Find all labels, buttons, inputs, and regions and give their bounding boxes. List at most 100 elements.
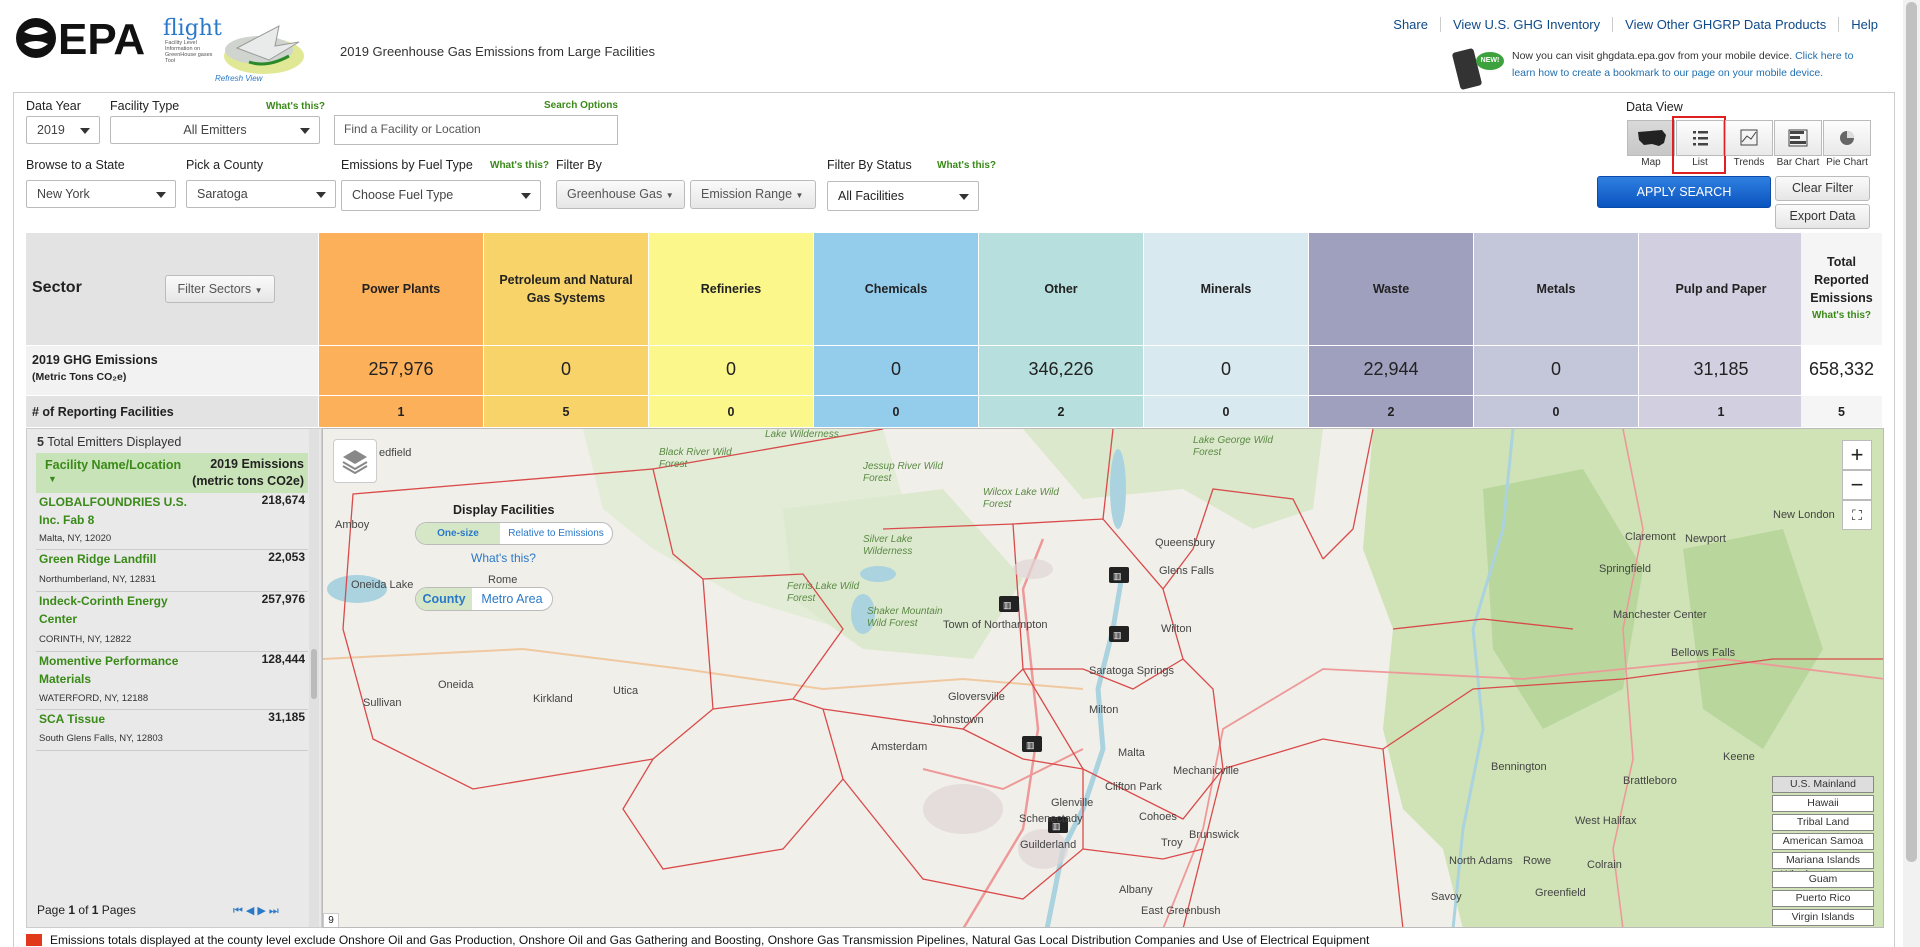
sector-column[interactable]: Chemicals 0 0 <box>813 233 978 427</box>
list-item: Indeck-Corinth Energy Center 257,976 COR… <box>36 592 308 652</box>
fuel-type-select[interactable]: Choose Fuel Type <box>341 180 541 211</box>
fullscreen-icon: ⛶ <box>1852 507 1862 523</box>
map-place-label: Queensbury <box>1155 537 1215 549</box>
epa-logo[interactable]: EPA <box>14 14 154 64</box>
sector-facility-count: 0 <box>814 395 978 427</box>
region-button[interactable]: Virgin Islands <box>1772 909 1874 926</box>
refresh-view-link[interactable]: Refresh View <box>215 74 262 83</box>
map-place-label: Troy <box>1161 837 1183 849</box>
pie-chart-view-button[interactable] <box>1823 120 1871 156</box>
region-button[interactable]: Tribal Land <box>1772 814 1874 831</box>
flight-logo[interactable]: flight Facility Level Information on Gre… <box>163 16 308 84</box>
list-scrollbar[interactable] <box>309 429 319 927</box>
pages-word: Pages <box>101 903 136 917</box>
bar-chart-view-button[interactable] <box>1774 120 1822 156</box>
facility-link[interactable]: Green Ridge Landfill <box>39 550 156 568</box>
county-option[interactable]: County <box>416 588 472 610</box>
facility-link[interactable]: Indeck-Corinth Energy Center <box>39 592 189 628</box>
first-page-icon[interactable]: ⏮ <box>233 905 246 917</box>
search-input[interactable]: Find a Facility or Location <box>334 115 618 145</box>
status-whats-this-link[interactable]: What's this? <box>937 160 996 171</box>
export-data-button[interactable]: Export Data <box>1775 204 1870 229</box>
trends-view-button[interactable] <box>1725 120 1773 156</box>
display-facilities-toggle: One-size Relative to Emissions <box>415 522 613 545</box>
map-place-label: West Halifax <box>1575 815 1637 827</box>
relative-emissions-option[interactable]: Relative to Emissions <box>500 523 612 544</box>
map-place-label: Johnstown <box>931 714 984 726</box>
region-button[interactable]: American Samoa <box>1772 833 1874 850</box>
sector-facility-count: 2 <box>1309 395 1473 427</box>
sector-column[interactable]: Metals 0 0 <box>1473 233 1638 427</box>
bar-chart-icon <box>1788 129 1808 147</box>
mobile-click-here-link[interactable]: Click here to <box>1795 50 1853 62</box>
facility-emissions: 22,053 <box>268 550 305 564</box>
county-select[interactable]: Saratoga <box>186 180 336 208</box>
sector-name: Refineries <box>700 282 762 296</box>
data-year-select[interactable]: 2019 <box>26 116 100 144</box>
sector-facility-count: 0 <box>1144 395 1308 427</box>
sector-column[interactable]: Waste 22,944 2 <box>1308 233 1473 427</box>
greenhouse-gas-dropdown[interactable]: Greenhouse Gas ▼ <box>556 180 685 209</box>
ghg-inventory-link[interactable]: View U.S. GHG Inventory <box>1439 17 1612 32</box>
fuel-whats-this-link[interactable]: What's this? <box>490 160 549 171</box>
zoom-out-button[interactable]: − <box>1842 470 1872 500</box>
sector-column[interactable]: Minerals 0 0 <box>1143 233 1308 427</box>
emissions-column-header[interactable]: 2019 Emissions <box>210 457 304 471</box>
region-button[interactable]: U.S. Mainland <box>1772 776 1874 793</box>
facility-link[interactable]: GLOBALFOUNDRIES U.S. Inc. Fab 8 <box>39 493 209 529</box>
fullscreen-button[interactable]: ⛶ <box>1842 500 1872 530</box>
mobile-bookmark-text[interactable]: learn how to create a bookmark to our pa… <box>1512 67 1823 79</box>
share-link[interactable]: Share <box>1381 17 1440 32</box>
region-button[interactable]: Guam <box>1772 871 1874 888</box>
list-scrollbar-thumb[interactable] <box>311 649 317 699</box>
region-button[interactable]: Puerto Rico <box>1772 890 1874 907</box>
map-area[interactable]: ▥ ▥ ▥ ▥ ▥ Lake Wilderness Black River Wild Fo… <box>322 428 1884 928</box>
map-place-label: Lake Wilderness <box>765 429 839 440</box>
apply-search-button[interactable]: APPLY SEARCH <box>1597 176 1771 208</box>
facility-link[interactable]: Momentive Performance Materials <box>39 652 189 688</box>
list-item: Green Ridge Landfill 22,053 Northumberla… <box>36 550 308 592</box>
help-link[interactable]: Help <box>1838 17 1890 32</box>
map-place-label: Glens Falls <box>1159 565 1215 577</box>
status-select[interactable]: All Facilities <box>827 181 979 211</box>
filter-sectors-button[interactable]: Filter Sectors ▼ <box>165 275 275 303</box>
facility-type-whats-this-link[interactable]: What's this? <box>266 101 325 112</box>
state-select[interactable]: New York <box>26 180 176 208</box>
sector-column[interactable]: Petroleum and Natural Gas Systems 0 5 <box>483 233 648 427</box>
emission-range-dropdown[interactable]: Emission Range ▼ <box>690 180 816 209</box>
sector-column[interactable]: Refineries 0 0 <box>648 233 813 427</box>
total-whats-this-link[interactable]: What's this? <box>1812 307 1871 325</box>
next-page-icon[interactable]: ▶ <box>257 905 268 917</box>
facility-name-sort-header[interactable]: Facility Name/Location <box>45 458 181 472</box>
page-scrollbar[interactable] <box>1903 0 1920 947</box>
zoom-in-button[interactable]: + <box>1842 440 1872 470</box>
sort-down-icon[interactable]: ▼ <box>48 474 57 484</box>
sector-facility-count: 2 <box>979 395 1143 427</box>
filter-sectors-label: Filter Sectors <box>177 282 252 296</box>
clear-filter-button[interactable]: Clear Filter <box>1775 176 1870 201</box>
map-place-label: Kirkland <box>533 693 573 705</box>
display-whats-this-link[interactable]: What's this? <box>471 551 536 565</box>
layers-button[interactable] <box>333 439 377 483</box>
region-button[interactable]: Mariana Islands <box>1772 852 1874 869</box>
region-button[interactable]: Hawaii <box>1772 795 1874 812</box>
facility-type-select[interactable]: All Emitters <box>110 116 320 144</box>
sector-column[interactable]: Other 346,226 2 <box>978 233 1143 427</box>
of-word: of <box>78 903 89 917</box>
search-options-link[interactable]: Search Options <box>544 100 618 111</box>
sector-column[interactable]: Pulp and Paper 31,185 1 <box>1638 233 1803 427</box>
sector-name: Minerals <box>1200 282 1252 296</box>
ghgrp-products-link[interactable]: View Other GHGRP Data Products <box>1612 17 1838 32</box>
map-place-label: Oneida Lake <box>351 579 414 591</box>
prev-page-icon[interactable]: ◀ <box>246 905 257 917</box>
map-view-button[interactable] <box>1627 120 1675 156</box>
map-place-label: Newport <box>1685 533 1726 545</box>
metro-area-option[interactable]: Metro Area <box>472 588 552 610</box>
page-scrollbar-thumb[interactable] <box>1906 2 1917 862</box>
facility-link[interactable]: SCA Tissue <box>39 710 105 728</box>
facility-emissions: 257,976 <box>261 592 305 606</box>
last-page-icon[interactable]: ⏭ <box>269 905 282 917</box>
one-size-option[interactable]: One-size <box>416 523 500 544</box>
map-place-label: Silver Lake Wilderness <box>863 534 913 557</box>
sector-column[interactable]: Power Plants 257,976 1 <box>318 233 483 427</box>
